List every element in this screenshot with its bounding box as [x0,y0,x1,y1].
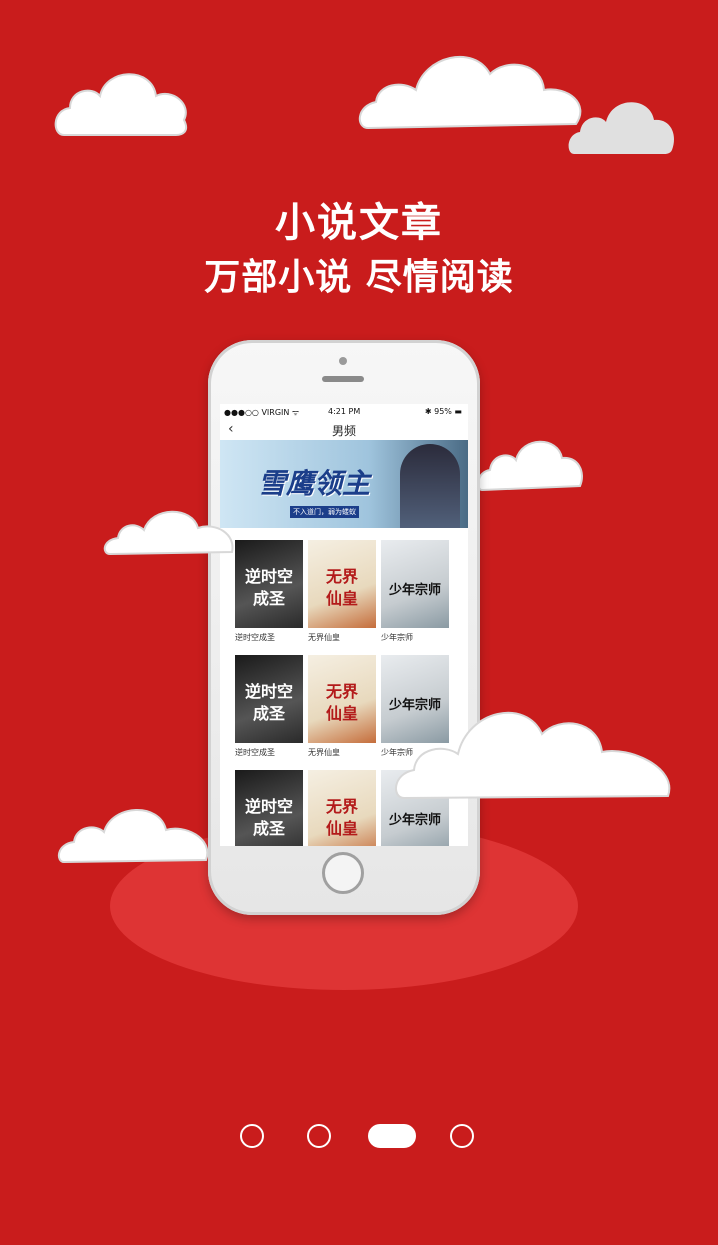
cloud-decoration [568,102,674,154]
status-bar: ●●●○○ VIRGIN ᯤ 4:21 PM ✱ 95% ▬ [220,404,468,418]
page-title: 小说文章 [275,200,443,246]
hero-illustration [400,444,460,528]
book-title: 逆时空成圣 [235,633,275,642]
book-title: 逆时空成圣 [235,748,275,757]
book-cover-text: 无界 仙皇 [325,682,358,723]
speaker-grille [322,376,364,382]
book-item[interactable]: 无界仙皇无界仙皇 [308,655,376,758]
banner-subtitle: 不入道门，弱为蝼蚁 [290,506,359,518]
promo-banner[interactable]: 雪鹰领主 不入道门，弱为蝼蚁 [220,440,468,528]
status-time: 4:21 PM [328,407,361,416]
page-subtitle: 万部小说 尽情阅读 [204,257,514,298]
book-cover[interactable]: 无界 仙皇 [308,770,376,846]
book-cover-text: 无界 仙皇 [325,567,358,608]
book-cover-text: 少年宗师 [388,583,441,598]
camera-icon [339,357,347,365]
page-dot[interactable] [368,1124,416,1148]
book-cover[interactable]: 无界 仙皇 [308,540,376,628]
book-cover[interactable]: 少年宗师 [381,540,449,628]
banner-title: 雪鹰领主 [258,467,371,500]
book-cover-text: 无界 仙皇 [325,797,358,838]
cloud-decoration [103,510,234,556]
book-item[interactable]: 无界仙皇无界仙皇 [308,770,376,846]
book-cover[interactable]: 逆时空 成圣 [235,770,303,846]
onboarding-page: 小说文章 万部小说 尽情阅读 ●●●○○ VIRGIN ᯤ 4:21 PM ✱ … [0,0,718,1245]
cloud-decoration [54,73,188,136]
battery-status: ✱ 95% ▬ [424,407,462,416]
book-item[interactable]: 逆时空成圣逆时空成圣 [235,655,303,758]
book-title: 无界仙皇 [308,748,340,757]
page-dot[interactable] [240,1124,264,1148]
book-item[interactable]: 少年宗师少年宗师 [381,540,449,643]
cloud-decoration [358,55,582,130]
book-cover[interactable]: 逆时空 成圣 [235,655,303,743]
carrier-signal: ●●●○○ VIRGIN ᯤ [224,408,300,417]
page-dot[interactable] [450,1124,474,1148]
phone-mockup: ●●●○○ VIRGIN ᯤ 4:21 PM ✱ 95% ▬ ‹ 男频 雪鹰领主… [208,340,480,915]
cloud-decoration [395,711,671,800]
book-title: 无界仙皇 [308,633,340,642]
cloud-decoration [57,809,209,864]
book-item[interactable]: 逆时空成圣逆时空成圣 [235,770,303,846]
book-cover-text: 逆时空 成圣 [244,567,293,608]
cloud-decoration [477,440,583,492]
nav-bar: ‹ 男频 [220,418,468,441]
book-title: 少年宗师 [381,633,413,642]
nav-title: 男频 [331,424,356,438]
book-cover-text: 逆时空 成圣 [244,682,293,723]
page-dot[interactable] [307,1124,331,1148]
home-button[interactable] [322,852,364,894]
book-item[interactable]: 无界仙皇无界仙皇 [308,540,376,643]
book-cover-text: 少年宗师 [388,813,441,828]
book-item[interactable]: 逆时空成圣逆时空成圣 [235,540,303,643]
book-cover-text: 逆时空 成圣 [244,797,293,838]
book-cover[interactable]: 无界 仙皇 [308,655,376,743]
page-indicator [0,1124,718,1150]
book-cover[interactable]: 逆时空 成圣 [235,540,303,628]
